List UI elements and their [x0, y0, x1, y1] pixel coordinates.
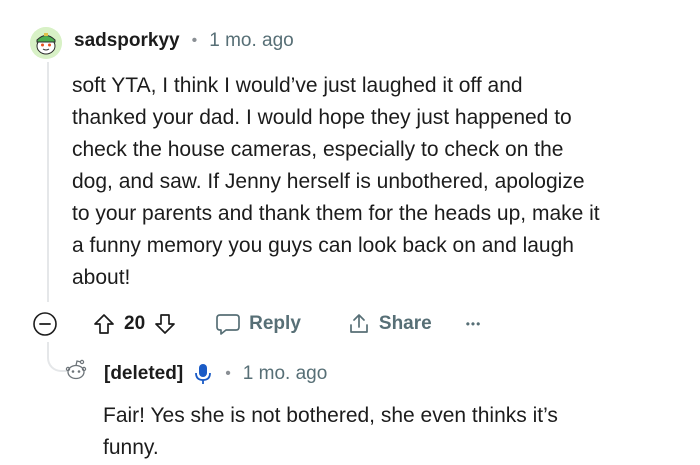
upvote-arrow-icon [94, 314, 114, 334]
comment-line: check the house cameras, especially to c… [72, 138, 564, 161]
comment-bubble-icon [216, 314, 240, 335]
snoo-avatar-icon [30, 27, 62, 59]
avatar[interactable] [30, 27, 62, 59]
comment-username[interactable]: sadsporkyy [74, 30, 180, 52]
deleted-avatar [64, 358, 88, 382]
meta-separator: • [225, 365, 231, 382]
reply-timestamp[interactable]: 1 mo. ago [243, 363, 328, 385]
deleted-user-avatar-icon [65, 359, 87, 380]
comment-action-bar: 20 Reply Share ••• [32, 308, 481, 340]
more-options-button[interactable]: ••• [466, 317, 482, 331]
collapse-button[interactable] [32, 311, 58, 337]
comment-line: about! [72, 266, 131, 289]
reply-header: [deleted] • 1 mo. ago [104, 362, 327, 386]
comment-timestamp[interactable]: 1 mo. ago [209, 30, 294, 52]
downvote-arrow-icon [155, 314, 175, 334]
share-arrow-icon [350, 314, 368, 333]
reply-label: Reply [249, 313, 301, 334]
reply-username: [deleted] [104, 363, 184, 384]
upvote-button[interactable] [92, 312, 116, 336]
microphone-icon [195, 364, 212, 384]
vote-count: 20 [124, 313, 146, 334]
comment-body: soft YTA, I think I would’ve just laughe… [72, 70, 682, 294]
thread-line [47, 62, 49, 302]
collapse-minus-icon [33, 312, 57, 336]
downvote-button[interactable] [153, 312, 177, 336]
comment-line: dog, and saw. If Jenny herself is unboth… [72, 170, 585, 193]
comment-line: a funny memory you guys can look back on… [72, 234, 574, 257]
comment-header: sadsporkyy • 1 mo. ago [74, 30, 294, 52]
comment-line: soft YTA, I think I would’ve just laughe… [72, 74, 523, 97]
reply-button[interactable]: Reply [215, 312, 301, 336]
comment-line: to your parents and thank them for the h… [72, 202, 600, 225]
comment-line: thanked your dad. I would hope they just… [72, 106, 572, 129]
reply-line: Fair! Yes she is not bothered, she even … [103, 404, 558, 427]
reply-line: funny. [103, 436, 159, 459]
meta-separator: • [191, 32, 198, 49]
reply-body: Fair! Yes she is not bothered, she even … [103, 400, 663, 464]
share-label: Share [378, 313, 432, 334]
share-button[interactable]: Share [347, 312, 432, 336]
